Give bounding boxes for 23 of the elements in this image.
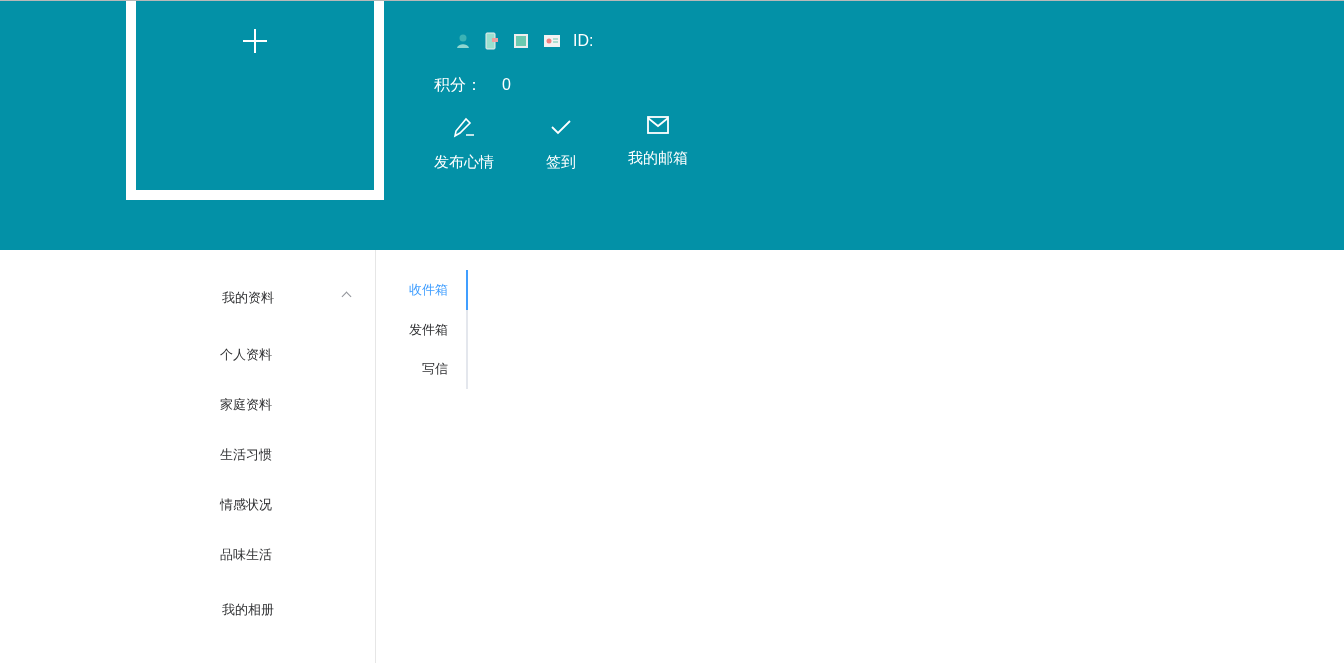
mail-icon (646, 115, 670, 135)
plus-icon (243, 29, 267, 53)
submenu-item[interactable]: 情感状况 (190, 480, 375, 530)
card-icon (543, 34, 561, 48)
menu-item[interactable]: 我的相册 (190, 582, 375, 638)
phone-icon (485, 32, 499, 50)
action-button[interactable]: 我的邮箱 (622, 115, 694, 174)
avatar-upload[interactable] (126, 1, 384, 200)
submenu-item[interactable]: 生活习惯 (190, 430, 375, 480)
points-label: 积分： (434, 75, 482, 95)
tab[interactable]: 发件箱 (376, 309, 466, 350)
submenu-item[interactable]: 家庭资料 (190, 380, 375, 430)
menu-item[interactable]: 我的资料 (190, 270, 375, 326)
certificate-icon (513, 33, 529, 49)
submenu-item[interactable]: 品味生活 (190, 530, 375, 580)
person-icon (455, 33, 471, 49)
action-button[interactable]: 发布心情 (428, 115, 500, 174)
submenu-item[interactable]: 个人资料 (190, 330, 375, 380)
points-value: 0 (502, 75, 511, 95)
pencil-icon (452, 115, 476, 139)
tab[interactable]: 写信 (376, 349, 466, 389)
action-button[interactable]: 签到 (540, 115, 582, 174)
id-label: ID: (573, 31, 594, 51)
